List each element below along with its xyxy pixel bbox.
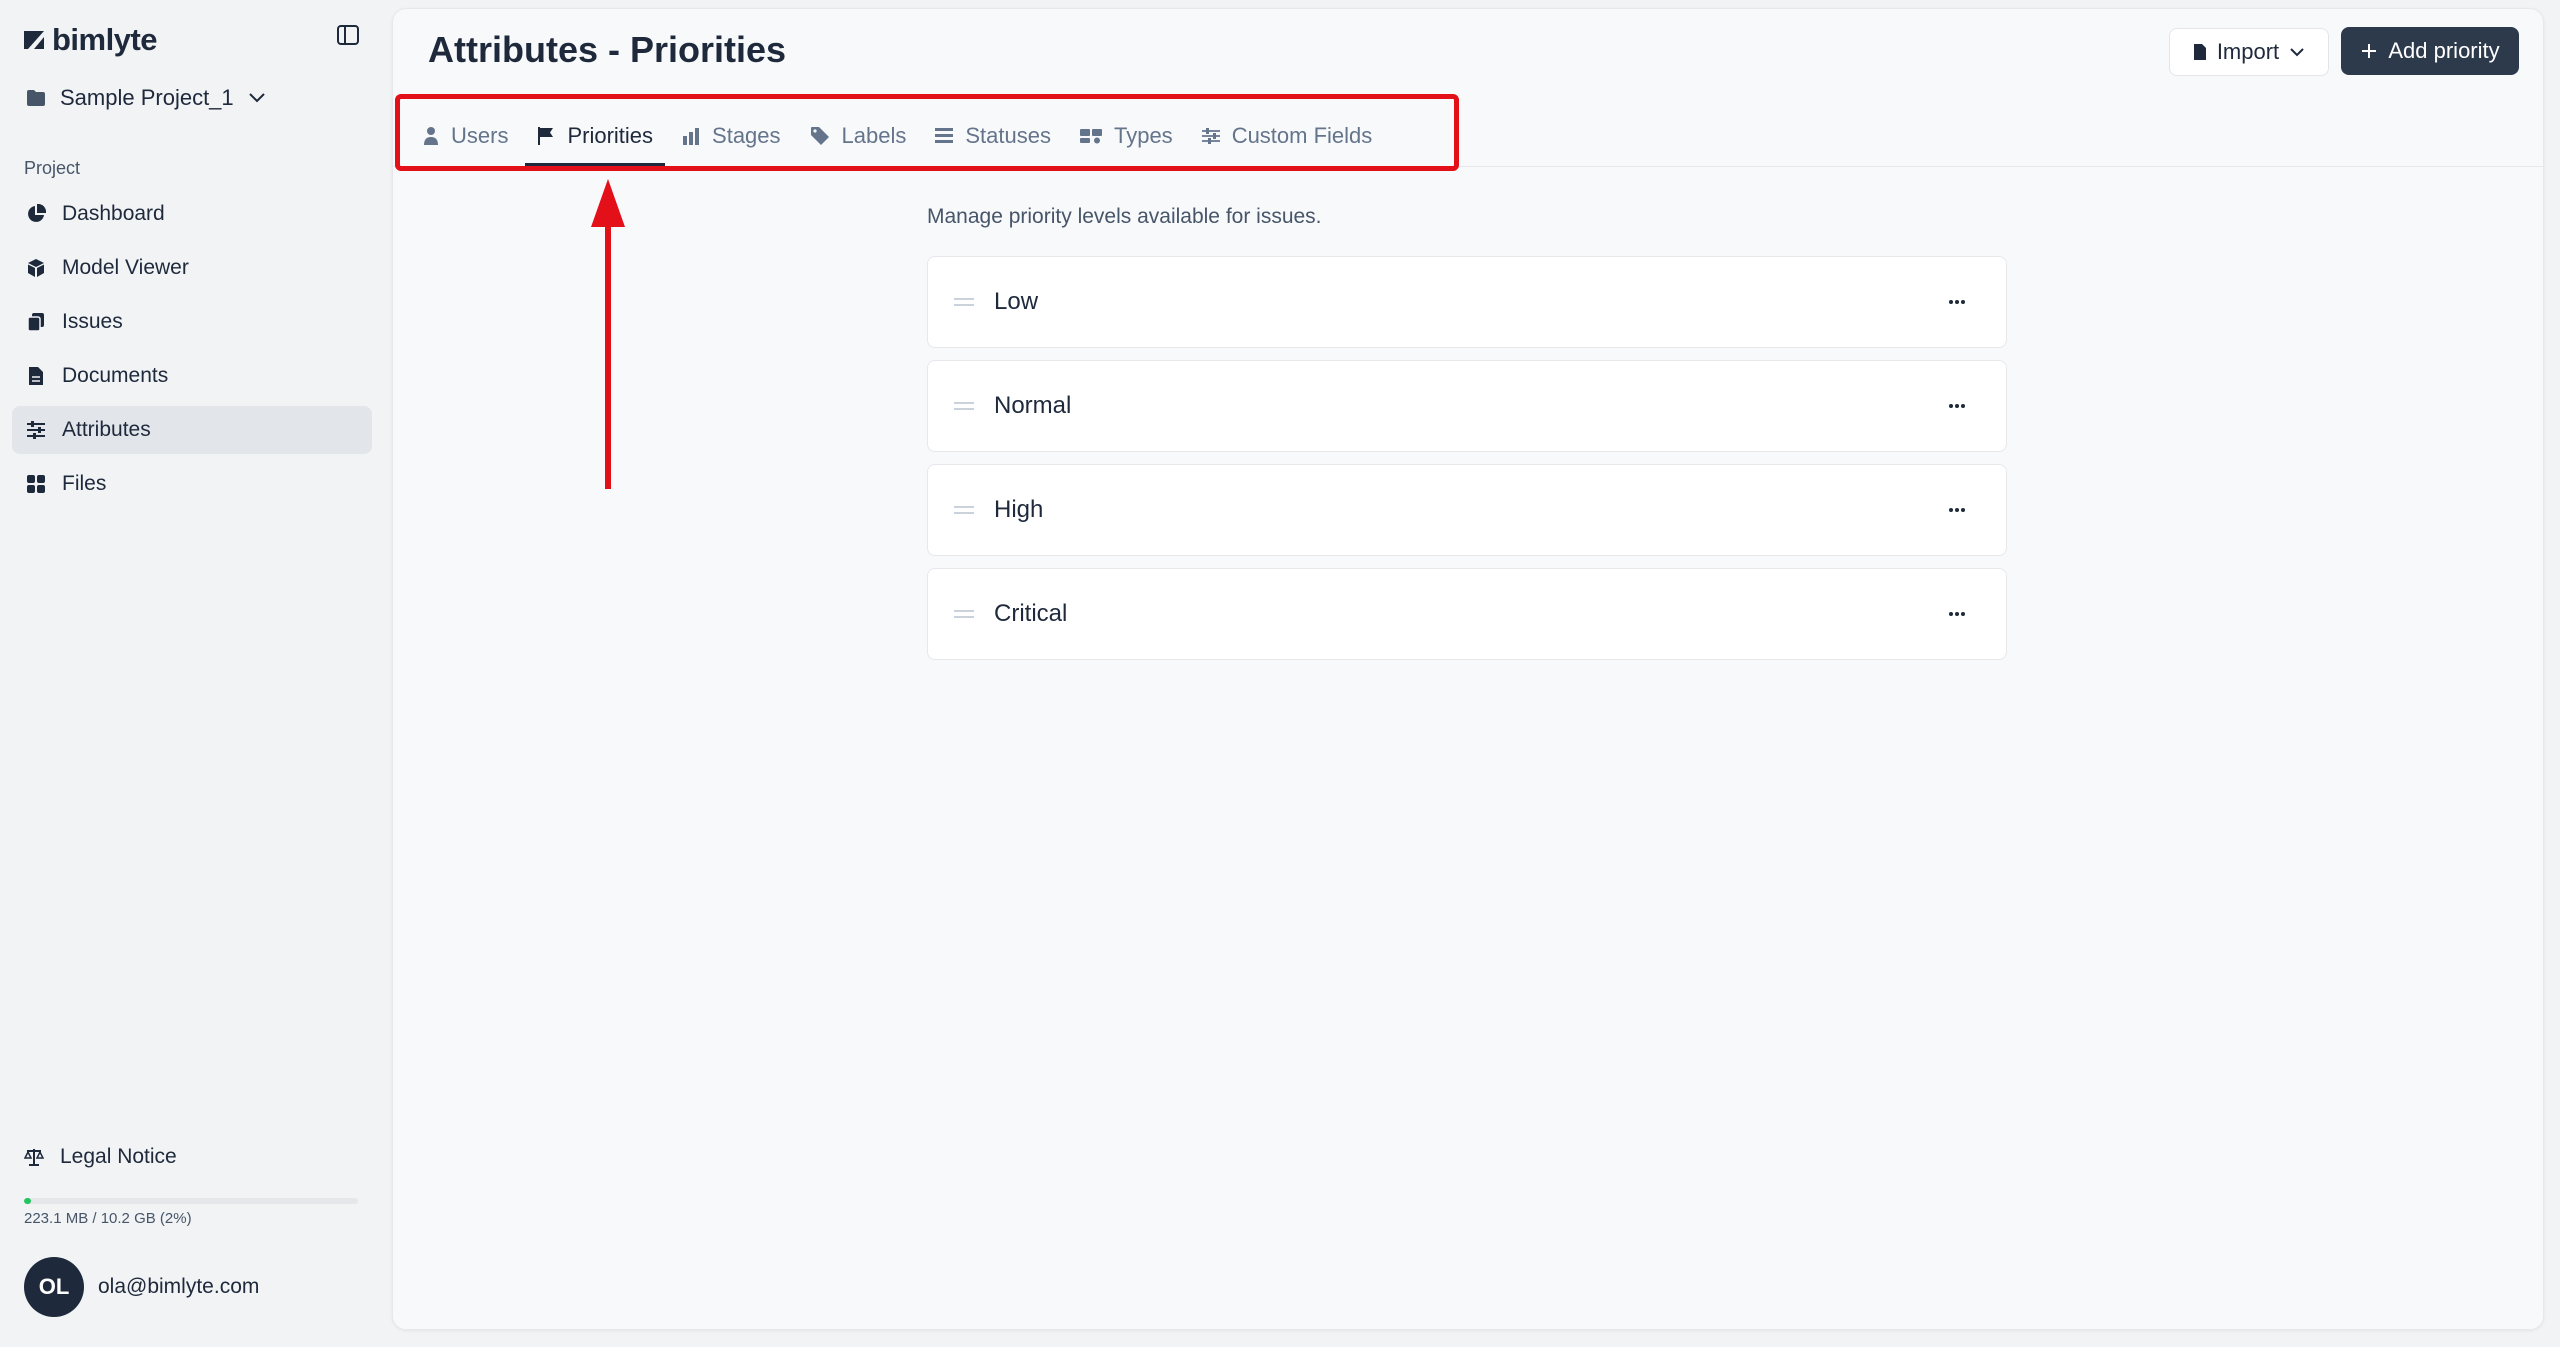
flag-icon [538,127,554,145]
sidebar-item-documents[interactable]: Documents [12,352,372,400]
pie-chart-icon [26,204,46,224]
priority-name: Critical [994,600,1068,627]
document-icon [26,366,46,386]
tab-labels[interactable]: Labels [798,109,919,166]
sidebar-item-files[interactable]: Files [12,460,372,508]
tab-label: Stages [712,123,781,148]
tab-label: Priorities [567,123,654,148]
tab-priorities[interactable]: Priorities [525,109,666,166]
tag-icon [810,127,829,145]
more-options-icon[interactable] [1942,287,1972,317]
import-button-label: Import [2216,39,2280,64]
drag-handle-icon[interactable] [954,501,974,519]
add-priority-button[interactable]: Add priority [2341,27,2519,75]
tab-label: Users [451,123,509,148]
tabs-divider [393,166,2543,167]
brand-name: bimlyte [52,22,158,57]
import-file-icon [2193,44,2206,60]
user-email: ola@bimlyte.com [98,1275,260,1298]
sidebar-item-label: Model Viewer [62,256,189,279]
legal-notice-label: Legal Notice [60,1145,177,1168]
priority-row[interactable]: Critical [927,568,2007,660]
sidebar-nav: Dashboard Model Viewer Issues Documents … [12,190,372,514]
brand-logo[interactable]: bimlyte [22,20,158,60]
folder-icon [27,90,45,106]
priority-name: Normal [994,392,1072,419]
sidebar-toggle-button[interactable] [336,24,364,50]
sidebar-item-model-viewer[interactable]: Model Viewer [12,244,372,292]
priority-name: Low [994,288,1039,315]
add-priority-label: Add priority [2388,38,2500,63]
drag-handle-icon[interactable] [954,397,974,415]
sidebar-panel-icon [337,25,359,45]
scale-icon [24,1149,44,1166]
sidebar-item-label: Documents [62,364,169,387]
plus-icon [2362,44,2377,58]
sliders-icon [1201,128,1220,144]
cube-icon [26,258,46,278]
sidebar-item-issues[interactable]: Issues [12,298,372,346]
project-selector[interactable]: Sample Project_1 [26,80,266,116]
priority-row[interactable]: High [927,464,2007,556]
storage-usage-bar [24,1198,358,1204]
chevron-down-icon [248,93,265,103]
tab-label: Statuses [965,123,1051,148]
drag-handle-icon[interactable] [954,605,974,623]
sidebar-item-label: Issues [62,310,123,333]
annotation-arrow-icon [591,179,625,489]
page-description: Manage priority levels available for iss… [927,205,1322,228]
sliders-icon [26,420,46,440]
tab-statuses[interactable]: Statuses [923,109,1063,166]
storage-usage-fill [24,1198,31,1204]
user-menu[interactable]: OL ola@bimlyte.com [24,1257,259,1317]
tab-custom-fields[interactable]: Custom Fields [1190,109,1385,166]
avatar: OL [24,1257,84,1317]
shapes-icon [1079,129,1102,144]
sidebar-item-label: Attributes [62,418,151,441]
chevron-down-icon [2290,48,2304,57]
priority-list: Low Normal High Critical [927,256,2007,672]
bimlyte-logo-icon [24,31,44,49]
sidebar-item-label: Files [62,472,107,495]
project-name: Sample Project_1 [60,85,234,110]
section-label-project: Project [24,158,81,178]
sidebar-item-label: Dashboard [62,202,165,225]
sidebar-item-attributes[interactable]: Attributes [12,406,372,454]
drag-handle-icon[interactable] [954,293,974,311]
more-options-icon[interactable] [1942,599,1972,629]
clipboard-icon [26,312,46,332]
grid-icon [26,474,46,494]
sidebar: bimlyte Sample Project_1 Project Dashboa… [0,0,386,1347]
import-button[interactable]: Import [2169,28,2329,76]
legal-notice-link[interactable]: Legal Notice [24,1145,177,1169]
attribute-tabs: Users Priorities Stages Labels Statuses … [411,109,1389,166]
tab-label: Custom Fields [1231,123,1373,148]
main-panel: Attributes - Priorities Import Add prior… [392,8,2544,1330]
tab-users[interactable]: Users [411,109,520,166]
priority-name: High [994,496,1044,523]
tab-types[interactable]: Types [1068,109,1185,166]
storage-usage-text: 223.1 MB / 10.2 GB (2%) [24,1210,192,1227]
sidebar-item-dashboard[interactable]: Dashboard [12,190,372,238]
tab-label: Types [1113,123,1173,148]
priority-row[interactable]: Low [927,256,2007,348]
bar-chart-icon [683,128,700,145]
user-icon [424,127,438,145]
more-options-icon[interactable] [1942,391,1972,421]
more-options-icon[interactable] [1942,495,1972,525]
tab-label: Labels [841,123,907,148]
page-title: Attributes - Priorities [428,29,787,70]
list-icon [935,128,954,143]
tab-stages[interactable]: Stages [670,109,793,166]
priority-row[interactable]: Normal [927,360,2007,452]
